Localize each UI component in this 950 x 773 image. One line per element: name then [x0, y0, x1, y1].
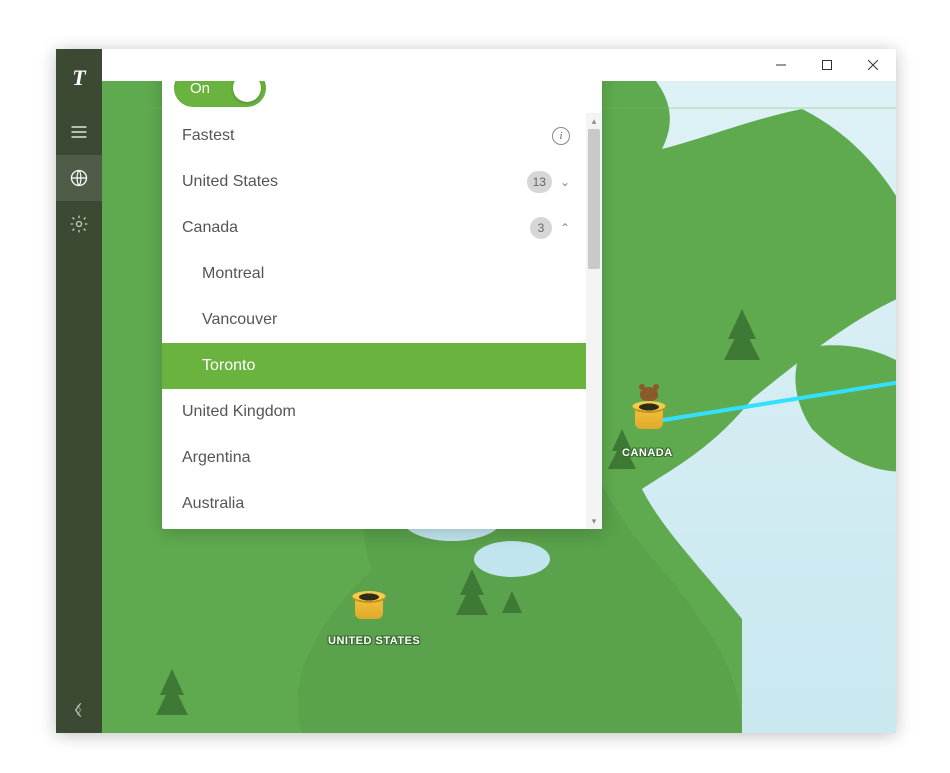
chevron-up-icon: ⌃ [560, 221, 570, 235]
count-badge: 3 [530, 217, 552, 239]
location-item-argentina[interactable]: Argentina [162, 435, 586, 481]
location-item-uk[interactable]: United Kingdom [162, 389, 586, 435]
location-list: Fastest i United States 13 ⌄ Canada 3 ⌃ [162, 113, 586, 529]
app-window: T [56, 49, 896, 733]
location-city-montreal[interactable]: Montreal [162, 251, 586, 297]
globe-button[interactable] [56, 155, 102, 201]
location-city-vancouver[interactable]: Vancouver [162, 297, 586, 343]
location-item-canada[interactable]: Canada 3 ⌃ [162, 205, 586, 251]
location-fastest[interactable]: Fastest i [162, 113, 586, 159]
menu-button[interactable] [56, 109, 102, 155]
chevron-down-icon: ⌄ [560, 175, 570, 189]
titlebar [102, 49, 896, 81]
scrollbar[interactable]: ▴ ▾ [586, 113, 602, 529]
app-logo: T [72, 65, 85, 91]
maximize-button[interactable] [804, 49, 850, 81]
close-button[interactable] [850, 49, 896, 81]
tunnel-canada[interactable] [632, 401, 666, 431]
count-badge: 13 [527, 171, 552, 193]
map-label-us: UNITED STATES [328, 635, 420, 647]
toggle-label: On [190, 80, 210, 97]
scroll-up-icon[interactable]: ▴ [586, 113, 602, 129]
sidebar: T [56, 49, 102, 733]
minimize-button[interactable] [758, 49, 804, 81]
info-icon[interactable]: i [552, 127, 570, 145]
scroll-down-icon[interactable]: ▾ [586, 513, 602, 529]
location-panel: On Fastest i United States 13 ⌄ [162, 55, 602, 529]
location-item-australia[interactable]: Australia [162, 481, 586, 527]
map[interactable]: CANADA UNITED STATES On Fastest i [102, 49, 896, 733]
collapse-button[interactable] [56, 687, 102, 733]
settings-button[interactable] [56, 201, 102, 247]
bear-icon [640, 387, 658, 401]
location-city-toronto[interactable]: Toronto [162, 343, 586, 389]
location-item-us[interactable]: United States 13 ⌄ [162, 159, 586, 205]
scroll-thumb[interactable] [588, 129, 600, 269]
tunnel-us[interactable] [352, 591, 386, 621]
map-label-canada: CANADA [622, 447, 673, 459]
